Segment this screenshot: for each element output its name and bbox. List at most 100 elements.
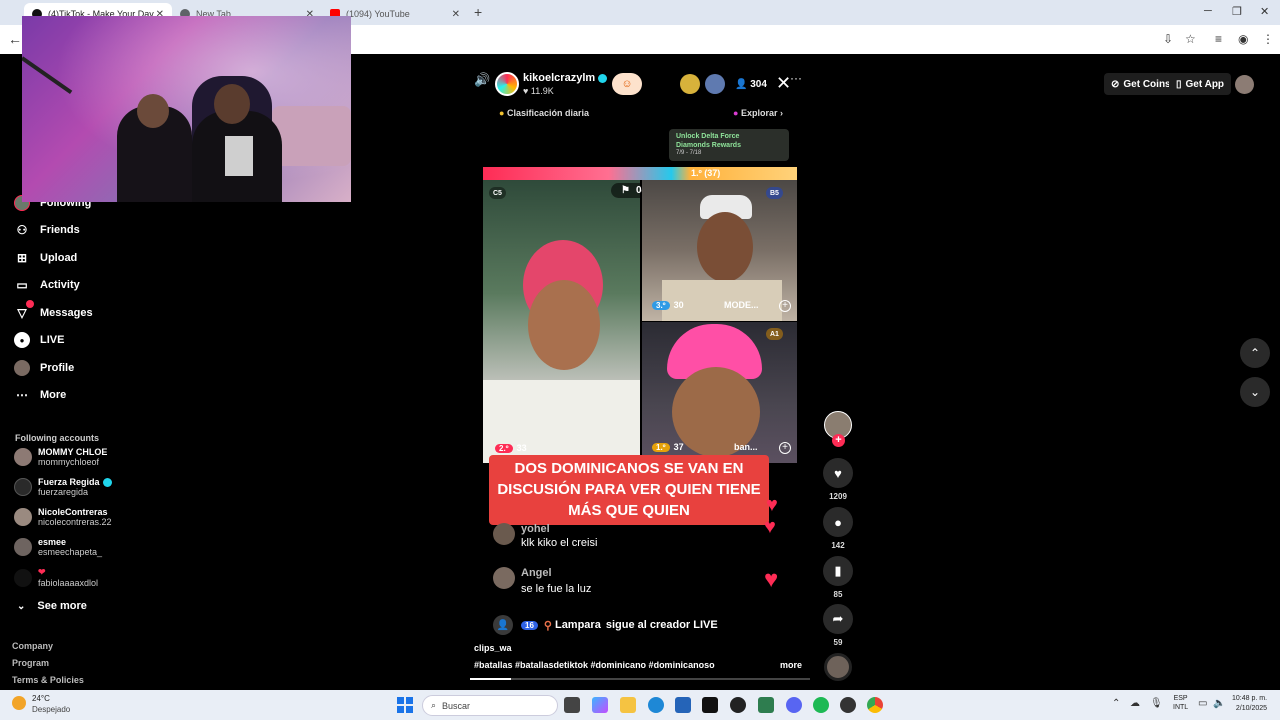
obs-icon[interactable]: [840, 697, 856, 713]
profile-icon[interactable]: ◉: [1238, 32, 1248, 46]
video-progress-fill: [470, 678, 511, 680]
sidebar-item-label: Messages: [40, 307, 93, 319]
host-name[interactable]: kikoelcrazylm: [523, 72, 608, 84]
microphone-icon[interactable]: 🎙: [1150, 698, 1163, 709]
footer-link-company[interactable]: Company: [12, 641, 53, 651]
save-button[interactable]: ▮: [823, 556, 853, 586]
display-icon[interactable]: ▭: [1198, 698, 1207, 709]
top-viewer-avatar[interactable]: [680, 74, 700, 94]
avatar: [14, 478, 32, 496]
account-item[interactable]: esmee esmeechapeta_: [14, 537, 102, 557]
top-viewer-avatar[interactable]: [705, 74, 725, 94]
volume-icon[interactable]: 🔊: [474, 72, 490, 88]
battle-tile-left[interactable]: C5 2.º 33: [483, 180, 640, 463]
previous-video-button[interactable]: ⌃: [1240, 338, 1270, 368]
network-icon[interactable]: ☁: [1130, 698, 1140, 709]
spotify-icon[interactable]: [813, 697, 829, 713]
minimize-icon[interactable]: ─: [1204, 5, 1212, 17]
account-name: MOMMY CHLOE: [38, 447, 108, 457]
sidebar-item-profile[interactable]: Profile: [14, 360, 74, 376]
app-icon[interactable]: [730, 697, 746, 713]
copilot-icon[interactable]: [592, 697, 608, 713]
media-controls-icon[interactable]: ≡: [1215, 32, 1222, 46]
account-item[interactable]: Fuerza Regida fuerzaregida: [14, 477, 112, 497]
sidebar-item-friends[interactable]: ⚇ Friends: [14, 222, 80, 238]
task-view-icon[interactable]: [564, 697, 580, 713]
sidebar-item-messages[interactable]: ▽ Messages: [14, 300, 93, 321]
language-indicator[interactable]: ESP INTL: [1173, 694, 1188, 712]
get-app-button[interactable]: ▯ Get App: [1169, 73, 1232, 95]
sidebar-item-activity[interactable]: ▭ Activity: [14, 277, 79, 293]
host-avatar[interactable]: [495, 72, 519, 96]
install-app-icon[interactable]: ⇩: [1163, 32, 1173, 46]
music-disc[interactable]: [824, 653, 852, 681]
bookmark-star-icon[interactable]: ☆: [1185, 32, 1196, 46]
terminal-icon[interactable]: [702, 697, 718, 713]
account-item[interactable]: ❤ fabiolaaaaxdlol: [14, 567, 98, 588]
user-follow-icon: 👤: [493, 615, 513, 635]
user-avatar[interactable]: [1235, 75, 1254, 94]
chevron-up-icon: ⌃: [1249, 346, 1261, 360]
like-button[interactable]: ♥: [823, 458, 853, 488]
tile-score: 37: [673, 442, 684, 452]
video-author[interactable]: clips_wa: [474, 643, 512, 653]
video-progress-bar[interactable]: [470, 678, 810, 680]
verified-badge-icon: [102, 477, 112, 487]
add-icon[interactable]: +: [779, 300, 791, 312]
add-icon[interactable]: +: [779, 442, 791, 454]
weather-desc[interactable]: Despejado: [32, 705, 70, 714]
messages-icon: ▽: [14, 300, 34, 321]
video-hashtags[interactable]: #batallas #batallasdetiktok #dominicano …: [474, 660, 715, 670]
explore-link[interactable]: ● Explorar ›: [733, 108, 783, 118]
browser-menu-icon[interactable]: ⋮: [1262, 32, 1274, 46]
speaker-icon[interactable]: 🔈: [1213, 698, 1225, 709]
start-button[interactable]: [397, 697, 413, 713]
taskbar-search[interactable]: ⌕ Buscar: [422, 695, 558, 716]
back-arrow-icon[interactable]: ←: [8, 31, 22, 47]
daily-ranking[interactable]: ● Clasificación diaria: [499, 108, 589, 118]
comment-user: yohel: [521, 523, 550, 535]
battle-tile-bottom-right[interactable]: A1 1.º 37 ban... +: [642, 322, 797, 463]
lang-code: ESP: [1173, 695, 1188, 702]
file-explorer-icon[interactable]: [620, 697, 636, 713]
next-video-button[interactable]: ⌄: [1240, 377, 1270, 407]
discord-icon[interactable]: [786, 697, 802, 713]
battle-tile-top-right[interactable]: B5 3.º 30 MODE... +: [642, 180, 797, 321]
account-item[interactable]: MOMMY CHLOE mommychloeof: [14, 447, 107, 467]
comment-user: Angel: [521, 567, 552, 579]
get-coins-button[interactable]: ⊘ Get Coins: [1104, 73, 1178, 95]
new-tab-button[interactable]: +: [474, 4, 482, 20]
close-icon[interactable]: ✕: [776, 73, 791, 94]
sidebar-item-more[interactable]: ⋯ More: [14, 387, 66, 403]
more-link[interactable]: more: [780, 660, 802, 670]
weather-temp[interactable]: 24°C: [32, 694, 50, 703]
clock-date: 2/10/2025: [1235, 705, 1268, 712]
tile-rank: 2.º 33: [495, 443, 527, 453]
search-placeholder: Buscar: [442, 700, 471, 711]
weather-moon-icon[interactable]: [12, 696, 26, 710]
see-more-button[interactable]: ⌄ See more: [17, 600, 87, 612]
more-options-icon[interactable]: ···: [790, 71, 802, 85]
capcut-icon[interactable]: [758, 697, 774, 713]
tile-username: ban...: [734, 442, 758, 452]
tab-close-icon[interactable]: ✕: [452, 9, 460, 20]
maximize-icon[interactable]: ❐: [1232, 5, 1242, 18]
comment-button[interactable]: ●: [823, 507, 853, 537]
daily-ranking-label: Clasificación diaria: [506, 108, 589, 118]
friends-icon: ⚇: [16, 223, 28, 237]
follow-plus-icon[interactable]: +: [832, 434, 845, 447]
follow-button[interactable]: ☺: [612, 73, 642, 95]
window-close-icon[interactable]: ✕: [1260, 5, 1269, 18]
sidebar-item-upload[interactable]: ⊞ Upload: [14, 250, 77, 266]
chrome-icon[interactable]: [867, 697, 883, 713]
store-icon[interactable]: [675, 697, 691, 713]
footer-link-terms[interactable]: Terms & Policies: [12, 675, 84, 685]
share-button[interactable]: ➦: [823, 604, 853, 634]
account-item[interactable]: NicoleContreras nicolecontreras.22: [14, 507, 112, 527]
sidebar-item-live[interactable]: ● LIVE: [14, 332, 64, 348]
clock[interactable]: 10:48 p. m. 2/10/2025: [1232, 694, 1267, 714]
footer-link-program[interactable]: Program: [12, 658, 49, 668]
chevron-up-icon[interactable]: ⌃: [1112, 698, 1120, 709]
tier-badge: B5: [766, 187, 783, 199]
edge-icon[interactable]: [648, 697, 664, 713]
